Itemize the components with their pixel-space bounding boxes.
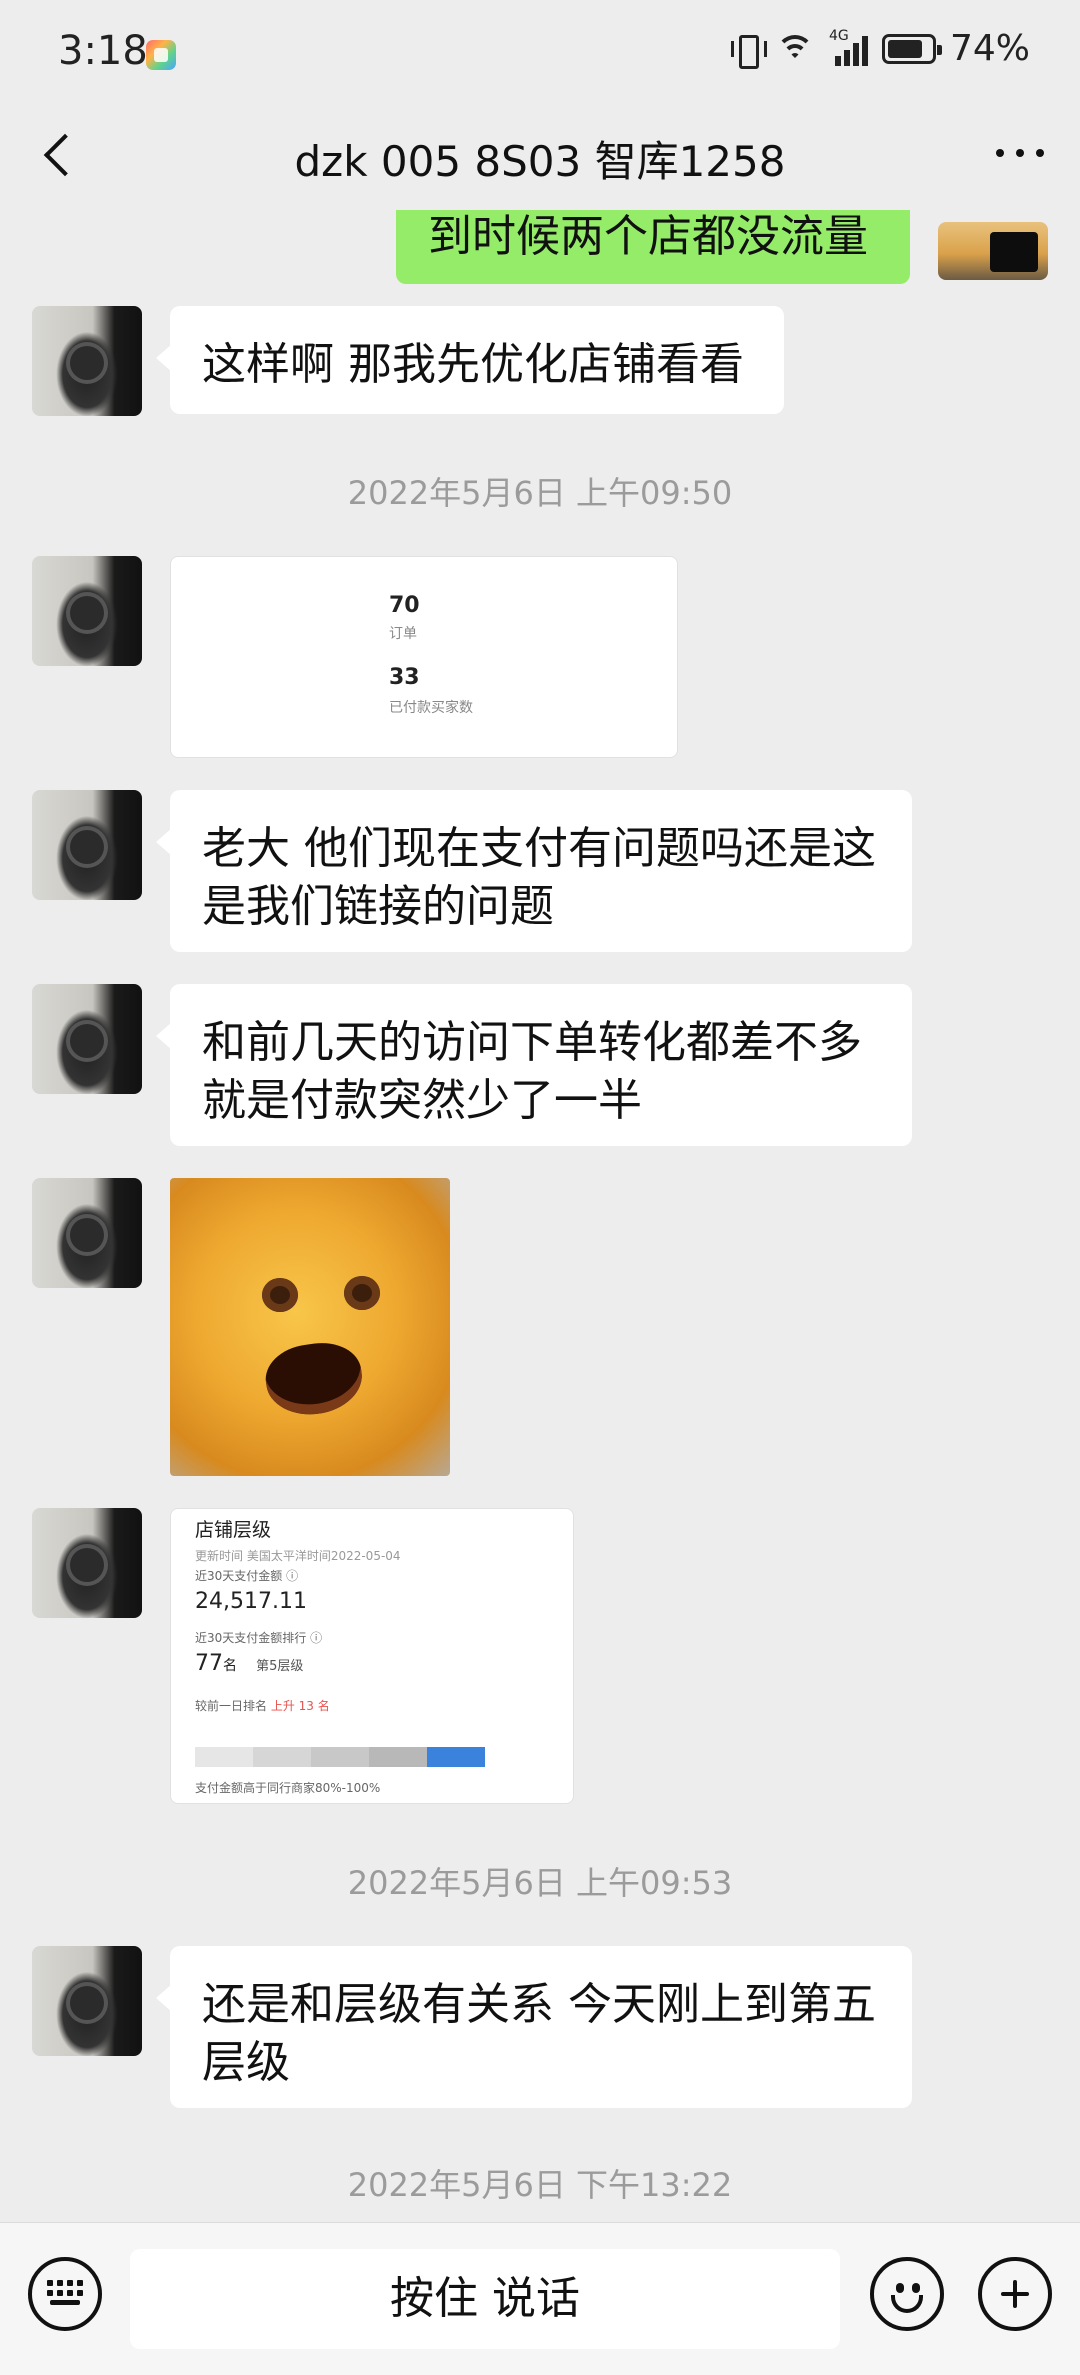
hold-to-talk-button[interactable]: 按住 说话 <box>130 2249 840 2349</box>
rank-change-row: 较前一日排名 上升 13 名 <box>195 1697 330 1714</box>
image-message-shop-level[interactable]: 店铺层级 更新时间 美国太平洋时间2022-05-04 近30天支付金额 ⓘ 2… <box>170 1508 574 1804</box>
timestamp: 2022年5月6日 下午13:22 <box>347 2166 733 2204</box>
image-message-stats[interactable]: 70 订单 33 已付款买家数 <box>170 556 678 758</box>
message-text: 和前几天的访问下单转化都差不多就是付款突然少了一半 <box>202 1017 862 1126</box>
level-segment <box>311 1747 369 1767</box>
chat-input-bar: 按住 说话 <box>0 2222 1080 2375</box>
sticker-mouth <box>261 1337 367 1421</box>
timestamp: 2022年5月6日 上午09:50 <box>347 474 733 512</box>
rank-unit: 名 <box>223 1658 237 1674</box>
orders-value: 70 <box>389 593 420 618</box>
message-text: 这样啊 那我先优化店铺看看 <box>202 339 744 390</box>
wifi-icon <box>775 31 815 67</box>
level-label: 第5层级 <box>256 1659 304 1674</box>
battery-icon <box>881 33 942 64</box>
rank-row: 77名 第5层级 <box>195 1651 303 1676</box>
chat-header: dzk 005 8S03 智库1258 <box>0 100 1080 210</box>
message-text: 老大 他们现在支付有问题吗还是这是我们链接的问题 <box>202 823 876 932</box>
contact-avatar[interactable] <box>32 1946 142 2056</box>
keyboard-icon[interactable] <box>28 2257 102 2331</box>
my-message-bubble[interactable]: 到时候两个店都没流量 <box>396 210 910 284</box>
cellular-signal-icon: 4G <box>829 28 868 66</box>
message-bubble[interactable]: 这样啊 那我先优化店铺看看 <box>156 306 784 414</box>
contact-avatar[interactable] <box>32 1508 142 1618</box>
message-bubble[interactable]: 和前几天的访问下单转化都差不多就是付款突然少了一半 <box>156 984 912 1146</box>
shop-level-title: 店铺层级 <box>195 1519 272 1541</box>
pay-amount-footer: 支付金额高于同行商家80%-100% <box>195 1781 381 1795</box>
pay-amount-value: 24,517.11 <box>195 1589 307 1614</box>
status-time: 3:18 <box>58 28 148 74</box>
level-segment <box>253 1747 311 1767</box>
message-bubble[interactable]: 还是和层级有关系 今天刚上到第五层级 <box>156 1946 912 2108</box>
contact-avatar[interactable] <box>32 790 142 900</box>
buyers-label: 已付款买家数 <box>389 700 473 716</box>
chat-title: dzk 005 8S03 智库1258 <box>294 137 786 186</box>
contact-avatar[interactable] <box>32 556 142 666</box>
level-segment <box>195 1747 253 1767</box>
vibrate-icon <box>730 31 767 69</box>
sticker-eye <box>344 1276 380 1310</box>
rank-change-value: 上升 13 名 <box>270 1699 330 1713</box>
sticker-image-lemon-face[interactable] <box>170 1178 450 1476</box>
plus-icon[interactable] <box>978 2257 1052 2331</box>
emoji-icon[interactable] <box>870 2257 944 2331</box>
message-text: 到时候两个店都没流量 <box>428 211 868 262</box>
more-options-icon[interactable] <box>990 128 1050 178</box>
contact-avatar[interactable] <box>32 984 142 1094</box>
sticker-eye <box>262 1278 298 1312</box>
app-notification-icon <box>146 40 176 70</box>
status-bar: 3:18 4G 74% <box>0 0 1080 100</box>
shop-update-time: 更新时间 美国太平洋时间2022-05-04 <box>195 1549 401 1563</box>
message-text: 还是和层级有关系 今天刚上到第五层级 <box>202 1979 876 2088</box>
contact-avatar[interactable] <box>32 1178 142 1288</box>
my-avatar[interactable] <box>938 222 1048 280</box>
pay-amount-label: 近30天支付金额 ⓘ <box>195 1569 299 1583</box>
orders-label: 订单 <box>389 626 417 642</box>
pay-rank-label: 近30天支付金额排行 ⓘ <box>195 1631 323 1645</box>
level-progress-bar <box>195 1747 485 1767</box>
status-icons: 4G 74% <box>730 28 1030 69</box>
network-type: 4G <box>828 27 849 44</box>
rank-value: 77 <box>195 1651 223 1676</box>
buyers-value: 33 <box>389 665 420 690</box>
battery-percent: 74% <box>949 28 1030 69</box>
message-list[interactable]: 到时候两个店都没流量 这样啊 那我先优化店铺看看 2022年5月6日 上午09:… <box>0 210 1080 2222</box>
timestamp: 2022年5月6日 上午09:53 <box>347 1864 733 1902</box>
rank-change-prefix: 较前一日排名 <box>195 1699 268 1713</box>
contact-avatar[interactable] <box>32 306 142 416</box>
message-bubble[interactable]: 老大 他们现在支付有问题吗还是这是我们链接的问题 <box>156 790 912 952</box>
level-segment-active <box>427 1747 485 1767</box>
level-segment <box>369 1747 427 1767</box>
